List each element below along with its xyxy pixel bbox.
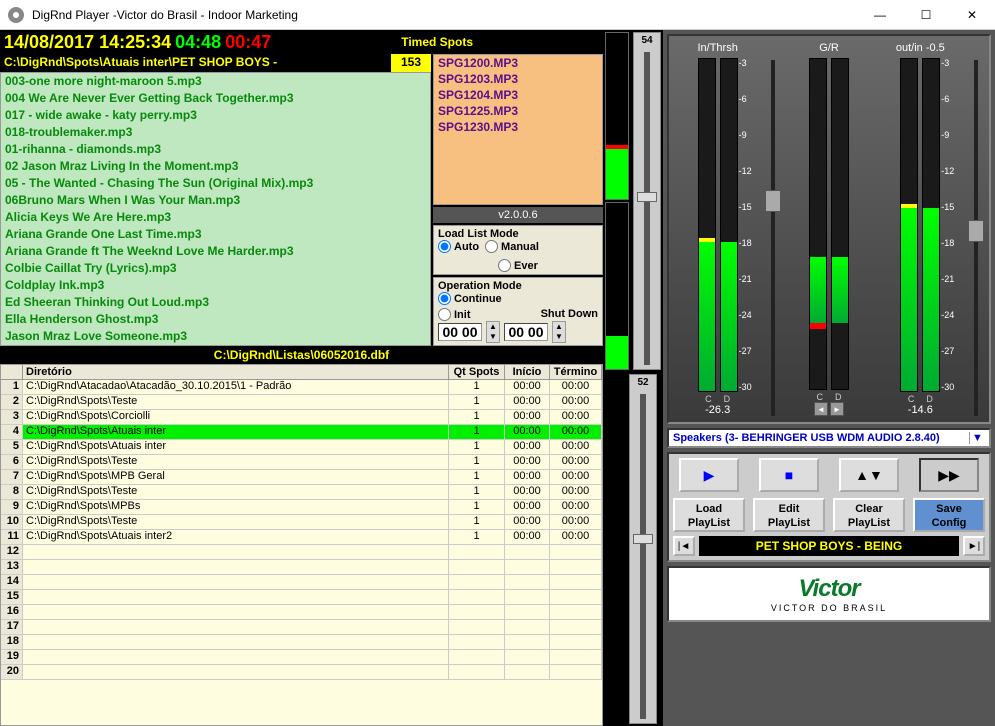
table-row[interactable]: 15	[1, 590, 602, 605]
table-row[interactable]: 1C:\DigRnd\Atacadao\Atacadão_30.10.2015\…	[1, 380, 602, 395]
song-item[interactable]: Ariana Grande One Last Time.mp3	[1, 226, 430, 243]
volume-slider-1[interactable]: 54	[633, 32, 661, 370]
shut-spinner[interactable]: ▲▼	[552, 321, 566, 343]
song-item[interactable]: Jason Mraz Love Someone.mp3	[1, 328, 430, 345]
updown-button[interactable]: ▲▼	[839, 458, 899, 492]
spots-list[interactable]: SPG1200.MP3SPG1203.MP3SPG1204.MP3SPG1225…	[433, 54, 603, 205]
table-row[interactable]: 17	[1, 620, 602, 635]
song-count: 153	[391, 54, 431, 72]
song-item[interactable]: 017 - wide awake - katy perry.mp3	[1, 107, 430, 124]
minimize-button[interactable]: —	[857, 0, 903, 30]
play-button[interactable]: ▶	[679, 458, 739, 492]
clear-playlist-button[interactable]: ClearPlayList	[833, 498, 905, 532]
clock-total: 04:48	[175, 32, 221, 53]
table-row[interactable]: 2C:\DigRnd\Spots\Teste100:0000:00	[1, 395, 602, 410]
radio-ever[interactable]: Ever	[498, 259, 538, 272]
titlebar: DigRnd Player -Victor do Brasil - Indoor…	[0, 0, 995, 30]
meter-in-d	[720, 58, 738, 392]
table-row[interactable]: 9C:\DigRnd\Spots\MPBs100:0000:00	[1, 500, 602, 515]
table-row[interactable]: 20	[1, 665, 602, 680]
meter-out-c	[900, 58, 918, 392]
table-row[interactable]: 6C:\DigRnd\Spots\Teste100:0000:00	[1, 455, 602, 470]
table-row[interactable]: 19	[1, 650, 602, 665]
table-row[interactable]: 3C:\DigRnd\Spots\Corciolli100:0000:00	[1, 410, 602, 425]
close-button[interactable]: ✕	[949, 0, 995, 30]
next-track-button[interactable]: ►|	[963, 536, 985, 556]
song-item[interactable]: 004 We Are Never Ever Getting Back Toget…	[1, 90, 430, 107]
radio-init[interactable]: Init	[438, 308, 471, 321]
edit-playlist-button[interactable]: EditPlayList	[753, 498, 825, 532]
meter-out-d	[922, 58, 940, 392]
stop-button[interactable]: ■	[759, 458, 819, 492]
spot-item[interactable]: SPG1203.MP3	[434, 71, 602, 87]
radio-continue[interactable]: Continue	[438, 292, 502, 305]
maximize-button[interactable]: ☐	[903, 0, 949, 30]
list-path: C:\DigRnd\Listas\06052016.dbf	[0, 346, 603, 364]
song-item[interactable]: 018-troublemaker.mp3	[1, 124, 430, 141]
now-playing: PET SHOP BOYS - BEING	[699, 536, 959, 556]
song-item[interactable]: 003-one more night-maroon 5.mp3	[1, 73, 430, 90]
table-row[interactable]: 18	[1, 635, 602, 650]
timed-spots-header: Timed Spots	[275, 35, 599, 49]
table-row[interactable]: 5C:\DigRnd\Spots\Atuais inter100:0000:00	[1, 440, 602, 455]
table-row[interactable]: 13	[1, 560, 602, 575]
spot-item[interactable]: SPG1204.MP3	[434, 87, 602, 103]
meter-left-btn[interactable]: ◄	[814, 402, 828, 416]
table-row[interactable]: 8C:\DigRnd\Spots\Teste100:0000:00	[1, 485, 602, 500]
threshold-slider[interactable]	[764, 42, 782, 416]
table-row[interactable]: 7C:\DigRnd\Spots\MPB Geral100:0000:00	[1, 470, 602, 485]
song-item[interactable]: 05 - The Wanted - Chasing The Sun (Origi…	[1, 175, 430, 192]
prev-track-button[interactable]: |◄	[673, 536, 695, 556]
spot-item[interactable]: SPG1230.MP3	[434, 119, 602, 135]
spot-item[interactable]: SPG1200.MP3	[434, 55, 602, 71]
load-mode-group: Load List Mode Auto Manual Ever	[433, 225, 603, 275]
output-slider[interactable]	[967, 42, 985, 416]
playlist-table[interactable]: Diretório Qt Spots Início Término 1C:\Di…	[0, 364, 603, 726]
table-row[interactable]: 12	[1, 545, 602, 560]
meter-gr-c	[809, 58, 827, 390]
song-item[interactable]: Colbie Caillat Try (Lyrics).mp3	[1, 260, 430, 277]
load-playlist-button[interactable]: LoadPlayList	[673, 498, 745, 532]
version-label: v2.0.0.6	[433, 207, 603, 223]
init-spinner[interactable]: ▲▼	[486, 321, 500, 343]
table-row[interactable]: 16	[1, 605, 602, 620]
song-item[interactable]: Alicia Keys We Are Here.mp3	[1, 209, 430, 226]
mini-meter-2	[605, 202, 629, 370]
song-item[interactable]: Ariana Grande ft The Weeknd Love Me Hard…	[1, 243, 430, 260]
spot-item[interactable]: SPG1225.MP3	[434, 103, 602, 119]
mini-meter-1	[605, 32, 629, 200]
meter-in-c	[698, 58, 716, 392]
song-item[interactable]: 06Bruno Mars When I Was Your Man.mp3	[1, 192, 430, 209]
meter-right-btn[interactable]: ►	[830, 402, 844, 416]
init-time[interactable]	[438, 323, 482, 341]
song-item[interactable]: 01-rihanna - diamonds.mp3	[1, 141, 430, 158]
audio-device-select[interactable]: Speakers (3- BEHRINGER USB WDM AUDIO 2.8…	[667, 428, 991, 448]
meters-panel: In/Thrsh -3-6-9-12-15-18-21-24-27-30 CD …	[667, 34, 991, 424]
app-icon	[6, 5, 26, 25]
shut-time[interactable]	[504, 323, 548, 341]
table-row[interactable]: 10C:\DigRnd\Spots\Teste100:0000:00	[1, 515, 602, 530]
meter-gr-d	[831, 58, 849, 390]
song-item[interactable]: Ed Sheeran Thinking Out Loud.mp3	[1, 294, 430, 311]
radio-auto[interactable]: Auto	[438, 240, 479, 253]
table-row[interactable]: 14	[1, 575, 602, 590]
save-config-button[interactable]: SaveConfig	[913, 498, 985, 532]
clock-elapsed: 00:47	[225, 32, 271, 53]
volume-slider-2[interactable]: 52	[629, 374, 657, 724]
ff-button[interactable]: ▶▶	[919, 458, 979, 492]
table-row[interactable]: 4C:\DigRnd\Spots\Atuais inter100:0000:00	[1, 425, 602, 440]
clock-datetime: 14/08/2017 14:25:34	[4, 32, 171, 53]
window-title: DigRnd Player -Victor do Brasil - Indoor…	[32, 8, 857, 22]
op-mode-group: Operation Mode Continue Init Shut Down ▲…	[433, 277, 603, 346]
song-list[interactable]: 003-one more night-maroon 5.mp3004 We Ar…	[0, 72, 431, 346]
logo: Victor VICTOR DO BRASIL	[667, 566, 991, 622]
song-item[interactable]: Ella Henderson Ghost.mp3	[1, 311, 430, 328]
table-row[interactable]: 11C:\DigRnd\Spots\Atuais inter2100:0000:…	[1, 530, 602, 545]
song-item[interactable]: 02 Jason Mraz Living In the Moment.mp3	[1, 158, 430, 175]
current-path: C:\DigRnd\Spots\Atuais inter\PET SHOP BO…	[0, 54, 391, 72]
song-item[interactable]: Coldplay Ink.mp3	[1, 277, 430, 294]
radio-manual[interactable]: Manual	[485, 240, 539, 253]
